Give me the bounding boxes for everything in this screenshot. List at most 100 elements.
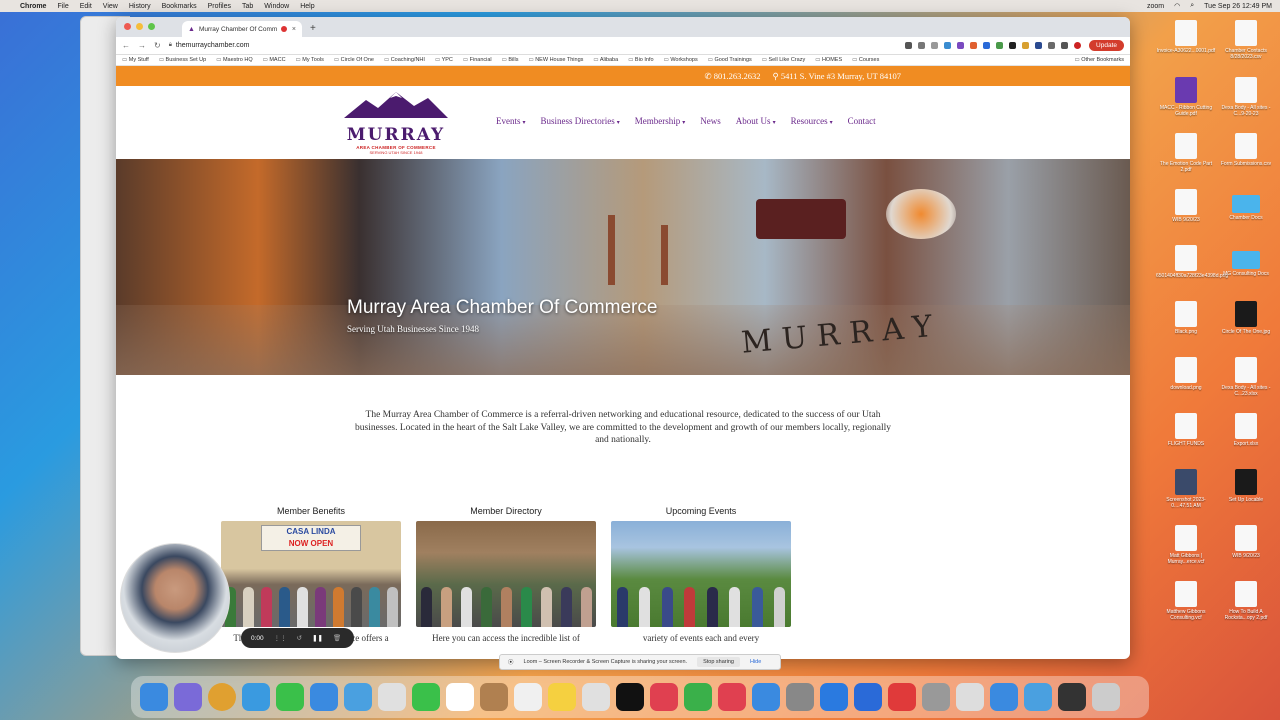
menu-history[interactable]: History bbox=[129, 3, 151, 10]
nav-business-directories[interactable]: Business Directories ▾ bbox=[541, 116, 620, 126]
preview-icon[interactable] bbox=[956, 683, 984, 711]
extension-icon[interactable] bbox=[905, 42, 913, 49]
bookmark-item[interactable]: Financial bbox=[463, 57, 492, 63]
bookmark-item[interactable]: Alibaba bbox=[593, 57, 618, 63]
calculator-icon[interactable] bbox=[922, 683, 950, 711]
chrome-icon[interactable] bbox=[208, 683, 236, 711]
desktop-file[interactable]: Circle Of The One.jpg bbox=[1216, 301, 1276, 335]
desktop-file[interactable]: Form Submissions.csv bbox=[1216, 133, 1276, 167]
desktop-file[interactable]: Matt Gibbons | Murray...erce.vcf bbox=[1156, 525, 1216, 565]
maps-icon[interactable] bbox=[344, 683, 372, 711]
news-icon[interactable] bbox=[718, 683, 746, 711]
browser-tab[interactable]: ▲ Murray Chamber Of Comm × bbox=[182, 21, 302, 37]
desktop-file[interactable]: FLIGHT FUNDS bbox=[1156, 413, 1216, 447]
nav-membership[interactable]: Membership ▾ bbox=[635, 116, 686, 126]
desktop-file[interactable]: WIB 9/20/23 bbox=[1156, 189, 1216, 223]
desktop-file[interactable]: Set Up Locable bbox=[1216, 469, 1276, 503]
bookmark-item[interactable]: Bio Info bbox=[628, 57, 654, 63]
other-bookmarks[interactable]: Other Bookmarks bbox=[1074, 57, 1124, 63]
card-image[interactable] bbox=[416, 521, 596, 627]
close-tab-icon[interactable]: × bbox=[292, 26, 296, 33]
menu-app-name[interactable]: Chrome bbox=[20, 3, 46, 10]
acrobat-icon[interactable] bbox=[888, 683, 916, 711]
new-tab-icon[interactable]: + bbox=[310, 23, 316, 34]
extension-icon[interactable] bbox=[970, 42, 978, 49]
update-button[interactable]: Update bbox=[1089, 40, 1124, 51]
bookmark-item[interactable]: Maestro HQ bbox=[216, 57, 253, 63]
menu-clock[interactable]: Tue Sep 26 12:49 PM bbox=[1204, 3, 1272, 10]
bookmark-item[interactable]: YPC bbox=[435, 57, 453, 63]
contacts-icon[interactable] bbox=[480, 683, 508, 711]
trash-icon[interactable]: 🗑︎ bbox=[333, 634, 341, 642]
reload-icon[interactable]: ↻ bbox=[154, 41, 161, 50]
nav-contact[interactable]: Contact bbox=[848, 116, 876, 126]
desktop-file[interactable]: Invoice-A30622...0001.pdf bbox=[1156, 20, 1216, 54]
back-icon[interactable]: ← bbox=[122, 41, 130, 50]
extension-icon[interactable] bbox=[996, 42, 1004, 49]
zoom-icon[interactable] bbox=[820, 683, 848, 711]
extension-icon[interactable] bbox=[944, 42, 952, 49]
system-settings-icon[interactable] bbox=[786, 683, 814, 711]
card-image[interactable]: CASA LINDA NOW OPEN bbox=[221, 521, 401, 627]
photos-icon[interactable] bbox=[378, 683, 406, 711]
bookmark-item[interactable]: Sell Like Crazy bbox=[762, 57, 806, 63]
trash-icon[interactable] bbox=[1092, 683, 1120, 711]
desktop-file[interactable]: 6501404ff30a728f23e4398d.png bbox=[1156, 245, 1228, 279]
zoom-status[interactable]: zoom bbox=[1147, 3, 1164, 10]
extension-icon[interactable] bbox=[1009, 42, 1017, 49]
extension-icon[interactable] bbox=[957, 42, 965, 49]
calendar-icon[interactable] bbox=[446, 683, 474, 711]
desktop-folder[interactable]: MG Consulting Docs bbox=[1216, 245, 1276, 277]
apple-tv-icon[interactable] bbox=[616, 683, 644, 711]
profile-avatar[interactable] bbox=[1074, 42, 1082, 49]
music-icon[interactable] bbox=[650, 683, 678, 711]
close-window-icon[interactable] bbox=[124, 23, 131, 30]
bookmark-item[interactable]: NEW House Things bbox=[528, 57, 583, 63]
desktop-file[interactable]: The Emotion Code Part 2.pdf bbox=[1156, 133, 1216, 173]
pause-icon[interactable]: ❚❚ bbox=[312, 634, 323, 642]
desktop-file[interactable]: WIB 9/20/23 bbox=[1216, 525, 1276, 559]
finder-icon[interactable] bbox=[140, 683, 168, 711]
minimize-window-icon[interactable] bbox=[136, 23, 143, 30]
site-logo[interactable]: MURRAY AREA CHAMBER OF COMMERCE SERVING … bbox=[344, 92, 448, 155]
bookmark-item[interactable]: Business Set Up bbox=[159, 57, 207, 63]
bookmark-item[interactable]: Circle Of One bbox=[334, 57, 374, 63]
search-icon[interactable]: ⌕ bbox=[1190, 2, 1194, 10]
menu-file[interactable]: File bbox=[57, 3, 68, 10]
stop-sharing-button[interactable]: Stop sharing bbox=[697, 657, 740, 667]
nav-events[interactable]: Events ▾ bbox=[496, 116, 526, 126]
desktop-file[interactable]: How To Build A Rocksta...opy 2.pdf bbox=[1216, 581, 1276, 621]
desktop-file[interactable]: Black.png bbox=[1156, 301, 1216, 335]
url-field[interactable]: 🔒︎ themurraychamber.com bbox=[169, 42, 897, 49]
menu-help[interactable]: Help bbox=[300, 3, 314, 10]
wifi-icon[interactable]: ◠ bbox=[1174, 2, 1180, 10]
nav-about-us[interactable]: About Us ▾ bbox=[736, 116, 776, 126]
menu-profiles[interactable]: Profiles bbox=[208, 3, 231, 10]
menu-window[interactable]: Window bbox=[264, 3, 289, 10]
bookmark-item[interactable]: Coaching/NHI bbox=[384, 57, 425, 63]
nav-resources[interactable]: Resources ▾ bbox=[791, 116, 833, 126]
app-icon[interactable] bbox=[854, 683, 882, 711]
phone-link[interactable]: ✆ 801.263.2632 bbox=[705, 71, 761, 82]
puzzle-icon[interactable] bbox=[1061, 42, 1069, 49]
desktop-file[interactable]: Chamber Contacts 8/28/2023.csv bbox=[1216, 20, 1276, 60]
card-member-directory[interactable]: Member Directory Here you can access the… bbox=[416, 506, 596, 643]
extension-icon[interactable] bbox=[1022, 42, 1030, 49]
notes-icon[interactable] bbox=[548, 683, 576, 711]
webcam-bubble[interactable] bbox=[120, 543, 230, 653]
bookmark-item[interactable]: Workshops bbox=[664, 57, 697, 63]
extension-icon[interactable] bbox=[1048, 42, 1056, 49]
facetime-icon[interactable] bbox=[412, 683, 440, 711]
maximize-window-icon[interactable] bbox=[148, 23, 155, 30]
bookmark-item[interactable]: Bills bbox=[502, 57, 518, 63]
drag-icon[interactable]: ⋮⋮ bbox=[274, 634, 287, 642]
downloads-icon[interactable] bbox=[1058, 683, 1086, 711]
desktop-file[interactable]: download.png bbox=[1156, 357, 1216, 391]
share-icon[interactable] bbox=[918, 42, 926, 49]
safari-icon[interactable] bbox=[242, 683, 270, 711]
desktop-file[interactable]: Dexa Body - All sites - C...9-20-23 bbox=[1216, 77, 1276, 117]
bookmark-item[interactable]: My Stuff bbox=[122, 57, 149, 63]
menu-tab[interactable]: Tab bbox=[242, 3, 253, 10]
restart-icon[interactable]: ↺ bbox=[297, 634, 302, 642]
menu-view[interactable]: View bbox=[103, 3, 118, 10]
